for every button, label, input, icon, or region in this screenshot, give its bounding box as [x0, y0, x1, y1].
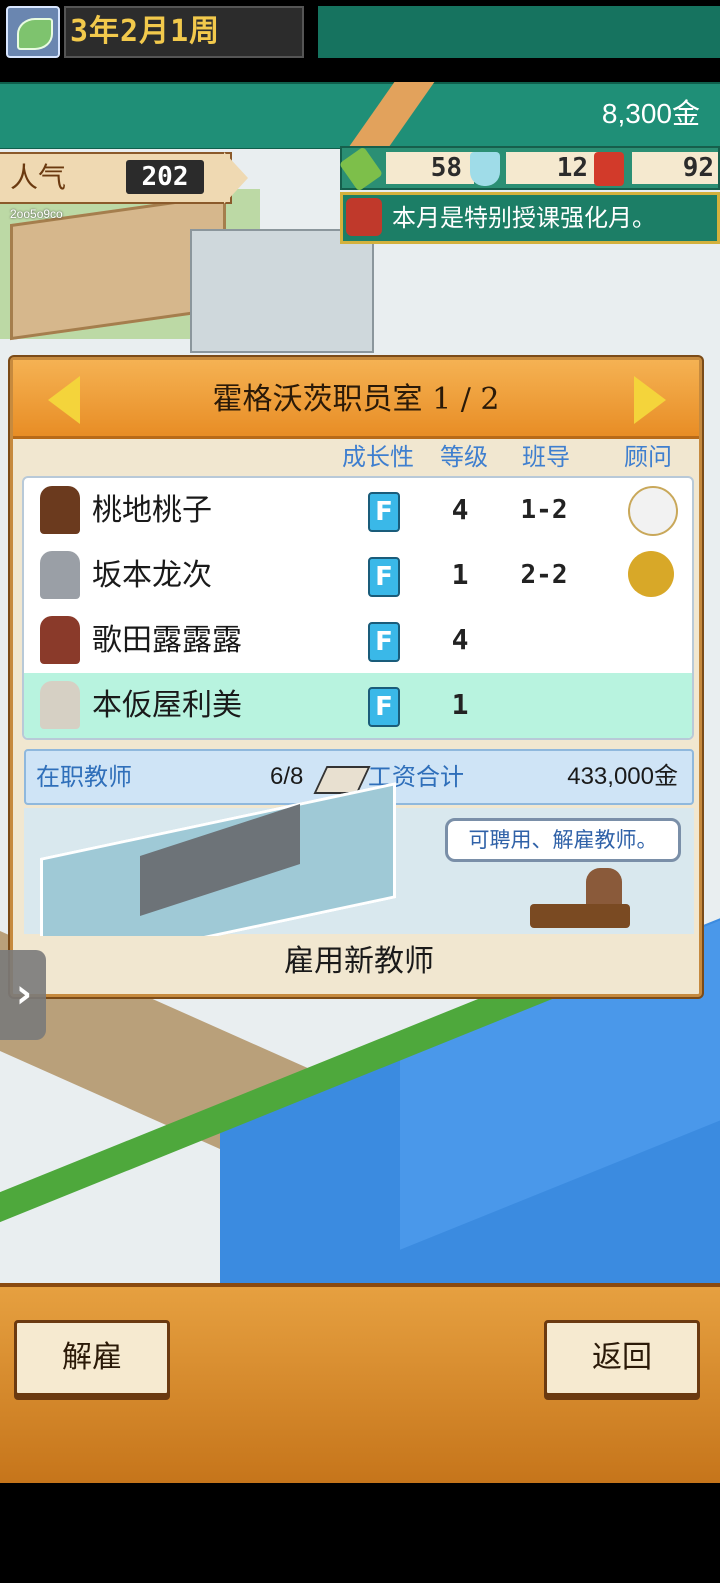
resource-bar: 58 12 92	[338, 146, 720, 192]
teacher-level: 4	[451, 493, 469, 526]
teacher-growth: F	[368, 622, 400, 662]
teacher-avatar	[40, 681, 80, 729]
column-header-homeroom: 班导	[522, 443, 570, 471]
megaphone-icon	[346, 198, 382, 236]
teacher-level: 1	[451, 558, 469, 591]
horn-icon	[628, 551, 674, 597]
popularity-label: 人气	[10, 161, 67, 194]
notice-text: 本月是特别授课强化月。	[392, 204, 656, 232]
next-page-arrow-icon[interactable]	[634, 376, 666, 424]
teacher-row[interactable]: 歌田露露露 F 4	[24, 608, 692, 673]
book-icon	[594, 152, 624, 186]
teacher-homeroom: 1-2	[520, 495, 568, 525]
column-header-advisor: 顾问	[624, 443, 672, 471]
teacher-growth: F	[368, 492, 400, 532]
teacher-name: 本仮屋利美	[92, 688, 242, 723]
teacher-avatar	[40, 616, 80, 664]
teacher-row[interactable]: 桃地桃子 F 4 1-2	[24, 478, 692, 543]
flask-icon	[470, 152, 500, 186]
popularity-bar-tip	[224, 152, 248, 204]
staff-count-value: 6/8	[270, 763, 304, 790]
reception-desk	[530, 904, 630, 928]
baseball-bat-icon	[628, 486, 678, 536]
back-button-label: 返回	[592, 1340, 652, 1375]
panel-title: 霍格沃茨职员室 1 / 2	[212, 382, 500, 417]
column-header-growth: 成长性	[342, 443, 414, 471]
pencil-icon	[338, 146, 384, 192]
teacher-name: 歌田露露露	[92, 623, 242, 658]
teacher-level: 4	[451, 623, 469, 656]
teacher-name: 桃地桃子	[92, 493, 212, 528]
club-room	[190, 229, 374, 353]
teacher-homeroom: 2-2	[520, 560, 568, 590]
secretary-avatar	[586, 868, 622, 908]
teacher-growth: F	[368, 557, 400, 597]
teacher-name: 坂本龙次	[92, 558, 212, 593]
teacher-list[interactable]: 桃地桃子 F 4 1-2 坂本龙次 F 1 2-2 歌田露露露 F 4 本仮屋利…	[22, 476, 694, 740]
teacher-row[interactable]: 坂本龙次 F 1 2-2	[24, 543, 692, 608]
fire-button-label: 解雇	[62, 1340, 122, 1375]
teacher-avatar	[40, 486, 80, 534]
system-nav-bar	[0, 1483, 720, 1583]
teacher-level: 1	[451, 688, 469, 721]
popularity-value: 202	[141, 162, 189, 192]
speech-bubble-text: 可聘用、解雇教师。	[468, 828, 658, 852]
teacher-growth: F	[368, 687, 400, 727]
money-display: 8,300金	[601, 98, 700, 129]
chevron-right-icon[interactable]: ›	[4, 970, 44, 1018]
small-code-text: 2oo5o9co	[10, 207, 63, 221]
salary-total-value: 433,000金	[567, 763, 678, 790]
date-display: 3年2月1周	[70, 14, 221, 49]
teacher-avatar	[40, 551, 80, 599]
resource-pencil-value: 58	[430, 153, 462, 183]
resource-flask-value: 12	[556, 153, 588, 183]
staff-count-label: 在职教师	[36, 763, 132, 791]
hire-new-teacher-label: 雇用新教师	[284, 944, 434, 979]
column-header-level: 等级	[440, 443, 488, 471]
teacher-row-selected[interactable]: 本仮屋利美 F 1	[24, 673, 692, 738]
season-leaf-icon[interactable]	[6, 6, 60, 58]
money-strip	[318, 6, 720, 58]
resource-book-value: 92	[682, 153, 714, 183]
